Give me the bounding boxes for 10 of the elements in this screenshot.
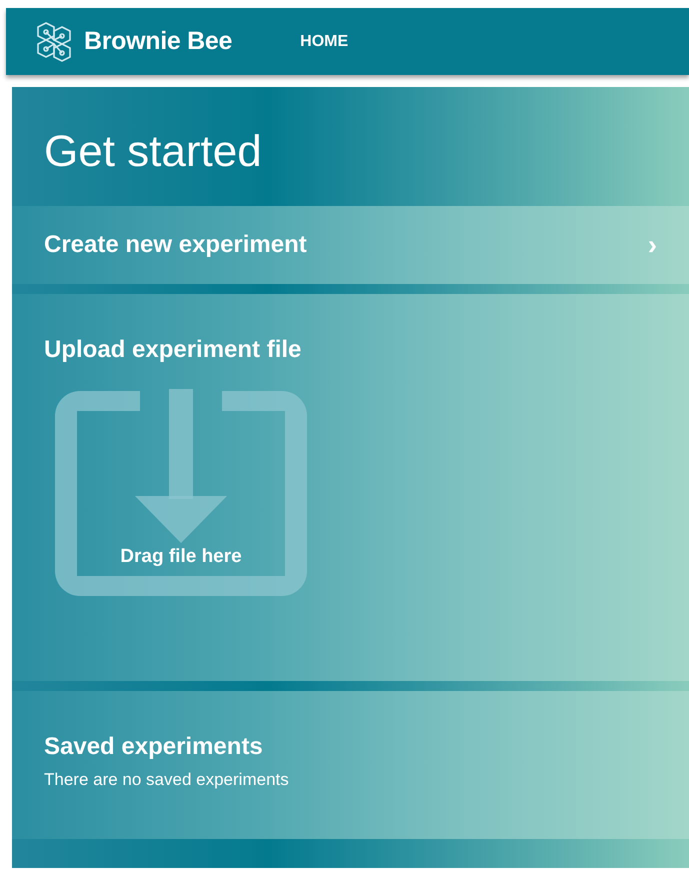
brand-name: Brownie Bee <box>84 26 232 57</box>
empty-message: There are no saved experiments <box>44 769 290 791</box>
drop-label: Drag file here <box>119 544 243 568</box>
section-title: Upload experiment file <box>44 335 302 365</box>
create-experiment-row[interactable]: Create new experiment › <box>12 206 689 284</box>
chevron-right-icon: › <box>648 224 657 266</box>
nav-link[interactable]: HOME <box>300 26 348 58</box>
page-title: Get started <box>44 126 263 178</box>
drop-zone[interactable]: Drag file here <box>50 386 312 601</box>
section-title: Saved experiments <box>44 732 264 762</box>
